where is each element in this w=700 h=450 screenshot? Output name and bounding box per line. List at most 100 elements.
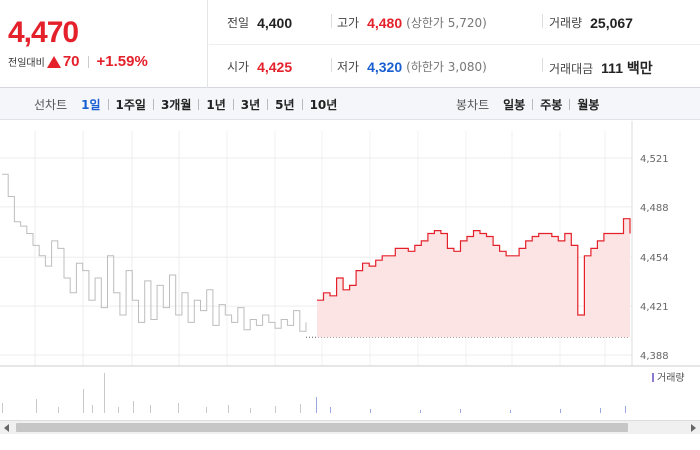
y-tick-label: 4,421 — [640, 302, 669, 313]
high-cell: 고가 4,480 (상한가 5,720) — [337, 14, 487, 31]
divider — [152, 98, 154, 110]
volume-bar — [420, 410, 421, 413]
candle-daily[interactable]: 일봉 — [501, 96, 527, 113]
low-cell: 저가 4,320 (하한가 3,080) — [337, 58, 487, 75]
period-3m[interactable]: 3개월 — [159, 96, 193, 113]
period-5y[interactable]: 5년 — [273, 96, 296, 113]
candle-weekly[interactable]: 주봉 — [538, 96, 564, 113]
volume-cell: 거래량 25,067 — [549, 14, 633, 31]
stats-grid: 전일 4,400 고가 4,480 (상한가 5,720) 거래량 25,067… — [209, 0, 700, 88]
period-1d[interactable]: 1일 — [79, 96, 102, 113]
volume-value: 25,067 — [590, 14, 633, 31]
y-tick-label: 4,388 — [640, 351, 669, 362]
current-price: 4,470 — [8, 16, 79, 49]
divider — [542, 14, 543, 28]
volume-bar — [133, 401, 134, 413]
divider — [107, 98, 109, 110]
volume-bar — [460, 409, 461, 413]
divider — [87, 55, 89, 68]
turnover-value: 111 백만 — [601, 60, 653, 76]
current-price-box: 4,470 전일대비 70 +1.59% — [0, 0, 208, 88]
divider — [532, 98, 534, 110]
turnover-cell: 거래대금 111 백만 — [549, 58, 653, 78]
scroll-left-arrow-icon[interactable] — [4, 424, 9, 432]
candle-monthly[interactable]: 월봉 — [575, 96, 601, 113]
volume-legend: 거래량 — [657, 372, 685, 384]
row-divider — [209, 44, 700, 45]
volume-bar — [178, 403, 179, 413]
chart-toolbar: 선차트 1일 1주일 3개월 1년 3년 5년 10년 봉차트 일봉 주봉 월봉 — [0, 88, 700, 120]
prev-day-series — [2, 173, 307, 332]
volume-bar — [600, 408, 601, 413]
divider — [267, 98, 269, 110]
volume-bar — [275, 406, 276, 413]
volume-bar — [83, 389, 84, 413]
turnover-label: 거래대금 — [549, 61, 594, 76]
scroll-right-arrow-icon[interactable] — [691, 424, 696, 432]
volume-bar — [150, 405, 151, 413]
volume-bar — [250, 408, 251, 413]
volume-bar — [58, 407, 59, 413]
y-tick-label: 4,454 — [640, 253, 669, 264]
intraday-price-chart[interactable]: 4,521 4,488 4,454 4,421 4,388 거래량 — [0, 121, 700, 421]
up-triangle-icon — [46, 55, 61, 68]
y-tick-label: 4,521 — [640, 154, 669, 165]
divider — [542, 58, 543, 72]
volume-bar — [92, 405, 93, 413]
line-chart-label: 선차트 — [34, 97, 68, 112]
divider — [331, 14, 332, 28]
volume-label: 거래량 — [549, 16, 583, 30]
high-value: 4,480 — [367, 14, 403, 31]
change-value: 70 — [62, 53, 80, 70]
volume-bar — [370, 409, 371, 413]
volume-bars — [2, 373, 626, 413]
low-label: 저가 — [337, 60, 360, 74]
volume-bar — [104, 373, 105, 413]
divider — [232, 98, 234, 110]
period-1w[interactable]: 1주일 — [114, 96, 148, 113]
open-cell: 시가 4,425 — [227, 58, 292, 75]
divider — [569, 98, 571, 110]
lower-limit: (하한가 3,080) — [406, 60, 487, 74]
volume-bar — [300, 404, 301, 413]
volume-bar — [36, 399, 37, 413]
open-label: 시가 — [227, 60, 250, 74]
divider — [331, 58, 332, 72]
volume-bar — [2, 403, 3, 413]
scroll-thumb[interactable] — [16, 423, 628, 432]
stock-quote-widget: 4,470 전일대비 70 +1.59% 전일 4,400 고가 4,480 (… — [0, 0, 700, 450]
volume-bar — [560, 409, 561, 413]
volume-bar — [510, 410, 511, 413]
volume-bar — [206, 407, 207, 413]
volume-bar — [228, 405, 229, 413]
period-10y[interactable]: 10년 — [308, 96, 340, 113]
upper-limit: (상한가 5,720) — [406, 16, 487, 30]
open-value: 4,425 — [257, 58, 293, 75]
volume-bar — [625, 406, 626, 413]
today-series — [306, 218, 631, 338]
period-1y[interactable]: 1년 — [204, 96, 227, 113]
change-row: 전일대비 70 +1.59% — [8, 53, 148, 70]
volume-bar — [118, 407, 119, 413]
candle-chart-label: 봉차트 — [456, 97, 490, 112]
volume-legend-swatch — [652, 373, 654, 382]
quote-summary-panel: 4,470 전일대비 70 +1.59% 전일 4,400 고가 4,480 (… — [0, 0, 700, 88]
volume-bar — [316, 397, 317, 413]
prev-close-cell: 전일 4,400 — [227, 14, 292, 31]
y-axis: 4,521 4,488 4,454 4,421 4,388 — [640, 154, 669, 362]
high-label: 고가 — [337, 16, 360, 30]
volume-bar — [330, 407, 331, 413]
change-percent: +1.59% — [96, 53, 148, 70]
low-value: 4,320 — [367, 58, 403, 75]
divider — [301, 98, 303, 110]
divider — [198, 98, 200, 110]
candle-chart-periods: 봉차트 일봉 주봉 월봉 — [456, 88, 601, 120]
prev-close-label: 전일 — [227, 16, 250, 30]
change-label: 전일대비 — [8, 58, 45, 69]
prev-day-line — [2, 173, 307, 332]
chart-scrollbar[interactable] — [0, 420, 700, 434]
line-chart-periods: 선차트 1일 1주일 3개월 1년 3년 5년 10년 — [34, 88, 339, 120]
prev-close-value: 4,400 — [257, 14, 293, 31]
period-3y[interactable]: 3년 — [239, 96, 262, 113]
y-tick-label: 4,488 — [640, 203, 669, 214]
